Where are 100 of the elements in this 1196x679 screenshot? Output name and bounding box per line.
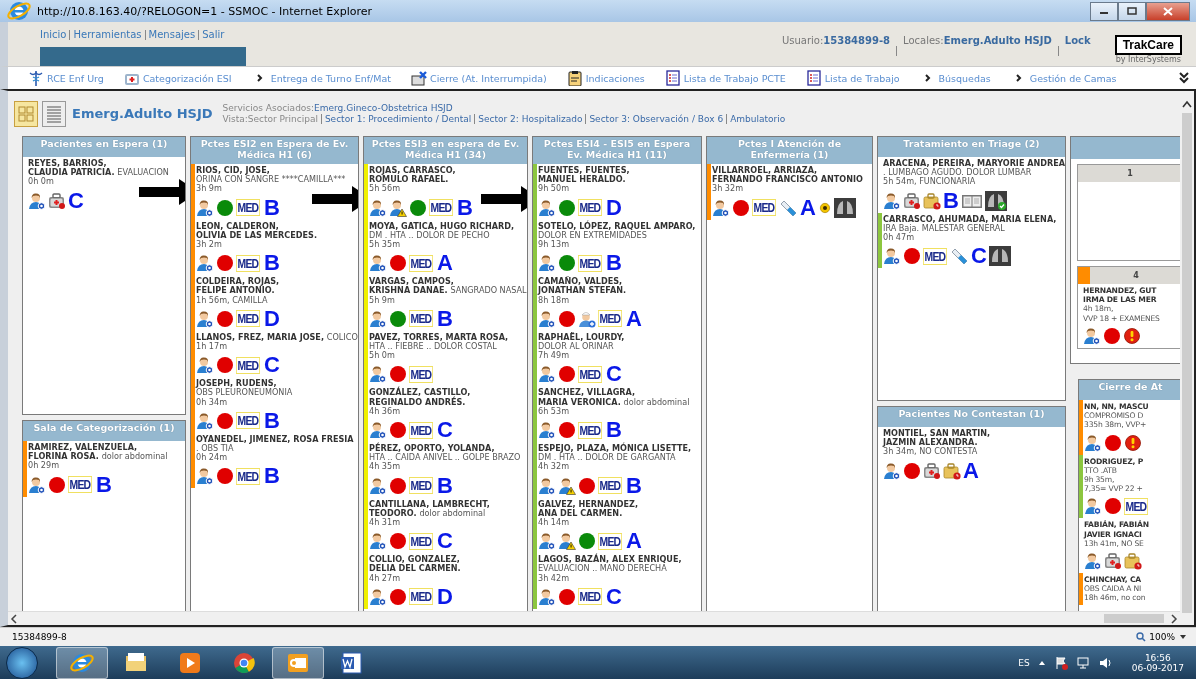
med-badge[interactable]: MED (578, 365, 602, 383)
patient-name[interactable]: JAZMIN ALEXANDRA. (883, 438, 991, 448)
patient-name[interactable]: VILLARROEL, ARRIAZA, (712, 166, 863, 176)
med-badge[interactable]: MED (578, 199, 602, 217)
patient-name[interactable]: LEON, CALDERON, (196, 221, 317, 231)
scroll-right-icon[interactable] (1168, 612, 1180, 625)
flag-icon[interactable] (1053, 656, 1068, 670)
menu-item[interactable]: Lista de Trabajo (805, 70, 900, 86)
patient-name[interactable]: SANCHEZ, VILLAGRA, (538, 388, 690, 398)
patient-name[interactable]: MOYA, GATICA, HUGO RICHARD, (369, 221, 515, 231)
taskbar-app[interactable] (272, 647, 324, 679)
scrollbar-thumb[interactable] (1104, 614, 1164, 623)
menu-item[interactable]: Lista de Trabajo PCTE (664, 70, 786, 86)
horizontal-scrollbar[interactable] (8, 611, 1180, 625)
med-badge[interactable]: MED (236, 467, 260, 485)
patient-name[interactable]: MARIA VERONICA. dolor abdominal (538, 397, 690, 407)
header-link[interactable]: Inicio (40, 29, 67, 40)
menu-item[interactable]: Cierre (At. Interrumpida) (411, 70, 547, 86)
patient-name[interactable]: LAGOS, BAZÁN, ALEX ENRIQUE, (538, 555, 682, 565)
patient-name[interactable]: CAMAÑO, VALDES, (538, 277, 642, 287)
lock-link[interactable]: Lock (1064, 35, 1091, 66)
med-badge[interactable]: MED (236, 199, 260, 217)
more-icon[interactable] (1178, 72, 1190, 84)
patient-name[interactable]: REYES, BARRIOS, (28, 159, 169, 169)
sector-link[interactable]: Sector 2: Hospitalizado (478, 114, 583, 124)
sector-link[interactable]: Sector 3: Observación / Box 6 (589, 114, 724, 124)
patient-name[interactable]: MANUEL HERALDO. (538, 175, 630, 185)
patient-name[interactable]: OYANEDEL, JIMENEZ, ROSA FRESIA (196, 434, 354, 445)
med-badge[interactable]: MED (236, 254, 260, 272)
patient-name[interactable]: LLANOS, FREZ, MARIA JOSE, COLICO (196, 332, 358, 343)
patient-name[interactable]: PAVEZ, TORRES, MARTA ROSA, (369, 332, 509, 343)
scrollbar-thumb[interactable] (1182, 113, 1192, 613)
sector-link[interactable]: Ambulatorio (730, 114, 786, 124)
patient-name[interactable]: DELIA DEL CARMEN. (369, 564, 461, 574)
sector-link[interactable]: Sector 1: Procedimiento / Dental (324, 114, 472, 124)
patient-name[interactable]: ARACENA, PEREIRA, MARYORIE ANDREA (883, 159, 1065, 169)
med-badge[interactable]: MED (236, 412, 260, 430)
header-link[interactable]: Mensajes (148, 29, 196, 40)
patient-name[interactable]: FUENTES, FUENTES, (538, 166, 630, 176)
zoom-level[interactable]: 100% (1149, 632, 1175, 642)
minimize-button[interactable] (1090, 1, 1118, 21)
tray-caret-icon[interactable] (1037, 660, 1046, 666)
patient-name[interactable]: CANTILLANA, LAMBRECHT, (369, 499, 490, 509)
patient-name[interactable]: JONATHAN STEFAN. (538, 286, 642, 296)
patient-name[interactable]: GONZÁLEZ, CASTILLO, (369, 388, 471, 398)
patient-name[interactable]: ANA DEL CARMEN. (538, 508, 642, 519)
med-badge[interactable]: MED (409, 532, 433, 550)
med-badge[interactable]: MED (1124, 497, 1148, 515)
med-badge[interactable]: MED (923, 247, 947, 265)
patient-name[interactable]: RAPHAËL, LOURDY, (538, 332, 625, 343)
patient-name[interactable]: VARGAS, CAMPOS, (369, 277, 527, 287)
menu-item[interactable]: Gestión de Camas (1010, 70, 1117, 86)
med-badge[interactable]: MED (578, 588, 602, 606)
start-button[interactable] (6, 647, 38, 679)
med-badge[interactable]: MED (429, 199, 453, 217)
scroll-left-icon[interactable] (8, 612, 20, 625)
scroll-up-icon[interactable] (1181, 99, 1193, 109)
patient-name[interactable]: FERNANDO FRANCISCO ANTONIO (712, 175, 863, 185)
patient-name[interactable]: RAMIREZ, VALENZUELA, (28, 443, 168, 453)
caret-icon[interactable] (1178, 633, 1188, 641)
menu-item[interactable]: Categorización ESI (123, 70, 232, 86)
patient-name[interactable]: COLLIO, GONZALEZ, (369, 555, 461, 565)
patient-name[interactable]: RIOS, CID, JOSE, (196, 166, 346, 176)
med-badge[interactable]: MED (598, 310, 622, 328)
med-badge[interactable]: MED (236, 356, 260, 374)
patient-name[interactable]: TEODORO. dolor abdominal (369, 508, 490, 519)
patient-name[interactable]: ROMULO RAFAEL. (369, 175, 473, 185)
header-link[interactable]: Salir (202, 29, 225, 40)
med-badge[interactable]: MED (578, 254, 602, 272)
maximize-button[interactable] (1118, 1, 1146, 21)
menu-item[interactable]: RCE Enf Urg (28, 70, 104, 86)
med-badge[interactable]: MED (409, 477, 433, 495)
med-badge[interactable]: MED (409, 365, 433, 383)
zoom-icon[interactable] (1136, 632, 1147, 642)
header-link[interactable]: Herramientas (73, 29, 142, 40)
med-badge[interactable]: MED (68, 476, 92, 494)
patient-name[interactable]: JOSEPH, RUDENS, (196, 379, 293, 389)
menu-item[interactable]: Indicaciones (566, 70, 645, 86)
patient-name[interactable]: ESPEJO, PLAZA, MÓNICA LISETTE, (538, 444, 692, 454)
med-badge[interactable]: MED (752, 199, 776, 217)
language-indicator[interactable]: ES (1018, 658, 1030, 668)
med-badge[interactable]: MED (236, 310, 260, 328)
patient-name[interactable]: REGINALDO ANDRÉS. (369, 397, 471, 407)
menu-item[interactable]: Búsquedas (919, 70, 991, 86)
med-badge[interactable]: MED (409, 588, 433, 606)
med-badge[interactable]: MED (409, 421, 433, 439)
patient-name[interactable]: ROJAS, CARRASCO, (369, 166, 473, 176)
med-badge[interactable]: MED (578, 421, 602, 439)
clock-date[interactable]: 06-09-2017 (1131, 663, 1184, 673)
med-badge[interactable]: MED (409, 254, 433, 272)
patient-name[interactable]: KRISHNA DANAE. SANGRADO NASAL (369, 286, 527, 296)
patient-name[interactable]: SOTELO, LÓPEZ, RAQUEL AMPARO, (538, 221, 696, 231)
close-button[interactable] (1146, 1, 1190, 21)
network-icon[interactable] (1075, 656, 1090, 670)
patient-name[interactable]: PÉREZ, OPORTO, YOLANDA, (369, 444, 521, 454)
speaker-icon[interactable] (1097, 656, 1112, 670)
med-badge[interactable]: MED (598, 532, 622, 550)
patient-name[interactable]: FLORINA ROSA. dolor abdominal (28, 452, 168, 462)
med-badge[interactable]: MED (598, 477, 622, 495)
patient-name[interactable]: COLDEIRA, ROJAS, (196, 277, 280, 287)
